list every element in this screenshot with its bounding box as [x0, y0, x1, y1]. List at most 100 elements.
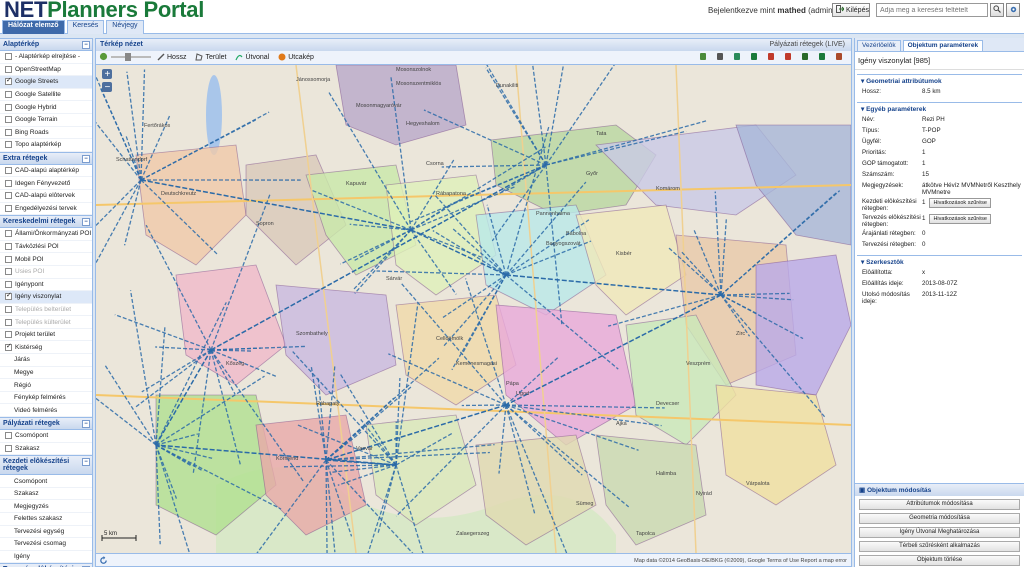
- layer-item[interactable]: CAD-alapú alaptérkép: [0, 165, 92, 178]
- settings-button[interactable]: [1006, 3, 1020, 17]
- layer-item[interactable]: Idegen Fényvezető: [0, 177, 92, 190]
- layer-item[interactable]: Megjegyzés: [0, 500, 92, 513]
- layer-item[interactable]: Google Hybrid: [0, 101, 92, 114]
- modification-button[interactable]: Igény Útvonal Meghatározása: [859, 527, 1020, 538]
- map-tool-icon[interactable]: [784, 52, 792, 63]
- layer-item[interactable]: Csomópont: [0, 475, 92, 488]
- sidebar-section-header[interactable]: Pályázati rétegek −: [0, 417, 92, 431]
- layer-checkbox[interactable]: [5, 243, 12, 251]
- sidebar-section-header[interactable]: Extra rétegek −: [0, 151, 92, 165]
- logout-button[interactable]: Kilépés: [832, 3, 870, 17]
- layer-item[interactable]: Igény: [0, 551, 92, 564]
- layer-item[interactable]: Igény viszonylat: [0, 291, 92, 304]
- property-group-header[interactable]: ▾ Egyéb paraméterek: [857, 103, 1022, 115]
- layer-checkbox[interactable]: [5, 331, 12, 339]
- layer-checkbox[interactable]: [5, 179, 12, 187]
- map-tool-icon[interactable]: [767, 52, 775, 63]
- measure-length-button[interactable]: Hossz: [154, 53, 189, 63]
- tab-objektum-parameterek[interactable]: Objektum paraméterek: [902, 40, 984, 51]
- map-canvas[interactable]: Mosonszolnok Jánossomorja Mosonmagyaróvár D…: [96, 65, 851, 553]
- sidebar-section-header[interactable]: Kezdeti elôkészítési rétegek −: [0, 455, 92, 476]
- map-tool-icon[interactable]: [699, 52, 707, 63]
- layer-item[interactable]: Igénypont: [0, 279, 92, 292]
- layer-checkbox[interactable]: [5, 103, 12, 111]
- layer-item[interactable]: Távközlési POI: [0, 241, 92, 254]
- layer-checkbox[interactable]: [5, 255, 12, 263]
- collapse-icon[interactable]: −: [82, 154, 90, 163]
- measure-area-button[interactable]: Terület: [192, 52, 229, 63]
- pan-icon[interactable]: [99, 52, 108, 63]
- layer-item[interactable]: - Alaptérkép elrejtése -: [0, 51, 92, 64]
- layer-item[interactable]: Tervezési egység: [0, 526, 92, 539]
- layer-checkbox[interactable]: [5, 280, 12, 288]
- search-input[interactable]: [876, 3, 988, 17]
- tab-kereses[interactable]: Keresés: [66, 20, 105, 34]
- layer-item[interactable]: Járás: [0, 354, 92, 367]
- layer-item[interactable]: Régió: [0, 379, 92, 392]
- layer-item[interactable]: Felettes szakasz: [0, 513, 92, 526]
- map-tool-icon[interactable]: [733, 52, 741, 63]
- collapse-icon[interactable]: ▣: [859, 487, 867, 494]
- route-button[interactable]: Útvonal: [232, 53, 272, 63]
- search-button[interactable]: [990, 3, 1004, 17]
- modification-button[interactable]: Geometria módosítása: [859, 513, 1020, 524]
- property-group-header[interactable]: ▾ Szerkesztôk: [857, 256, 1022, 268]
- collapse-icon[interactable]: −: [82, 420, 90, 429]
- streetview-button[interactable]: Utcakép: [275, 53, 317, 63]
- layer-item[interactable]: Kistérség: [0, 341, 92, 355]
- layer-checkbox[interactable]: [5, 204, 12, 212]
- sidebar-section-header[interactable]: Alaptérkép −: [0, 38, 92, 51]
- map-tool-icon[interactable]: [750, 52, 758, 63]
- layer-item[interactable]: Engedélyezési tervek: [0, 203, 92, 216]
- layer-checkbox[interactable]: [5, 305, 12, 313]
- layer-checkbox[interactable]: [5, 116, 12, 124]
- layer-checkbox[interactable]: [5, 128, 12, 136]
- layer-item[interactable]: Topo alaptérkép: [0, 139, 92, 152]
- layer-item[interactable]: Állami/Önkormányzati POI: [0, 228, 92, 241]
- sidebar-section-header[interactable]: Kereskedelmi rétegek −: [0, 215, 92, 229]
- layer-item[interactable]: Videó felmérés: [0, 404, 92, 418]
- layer-item[interactable]: Szakasz: [0, 488, 92, 501]
- layer-checkbox[interactable]: [5, 268, 12, 276]
- layer-item[interactable]: Projekt terület: [0, 329, 92, 342]
- layer-item[interactable]: Szakasz: [0, 443, 92, 456]
- layer-item[interactable]: Település külterület: [0, 316, 92, 329]
- collapse-icon[interactable]: −: [82, 41, 90, 49]
- layer-checkbox[interactable]: [5, 318, 12, 326]
- collapse-icon[interactable]: −: [82, 218, 90, 227]
- layer-item[interactable]: Település belterület: [0, 304, 92, 317]
- zoom-slider[interactable]: [111, 52, 151, 63]
- map-tool-icon[interactable]: [716, 52, 724, 63]
- map-tool-icon[interactable]: [818, 52, 826, 63]
- modification-button[interactable]: Attribútumok módosítása: [859, 499, 1020, 510]
- tab-nevjegy[interactable]: Névjegy: [106, 20, 144, 34]
- layer-checkbox[interactable]: [5, 432, 12, 440]
- layer-checkbox[interactable]: [5, 444, 12, 452]
- layer-item[interactable]: Fénykép felmérés: [0, 392, 92, 405]
- sidebar-section-header[interactable]: Tervezés elôkészítési rétegek−: [0, 563, 92, 567]
- modification-button[interactable]: Objektum törlése: [859, 555, 1020, 566]
- layer-item[interactable]: Megye: [0, 367, 92, 380]
- layer-checkbox[interactable]: [5, 291, 12, 301]
- collapse-icon[interactable]: −: [82, 458, 90, 467]
- filter-references-button[interactable]: Hivatkozások szűrése: [929, 198, 991, 208]
- property-group-header[interactable]: ▾ Geometriai attribútumok: [857, 75, 1022, 87]
- layer-checkbox[interactable]: [5, 91, 12, 99]
- refresh-icon[interactable]: [99, 556, 108, 567]
- map-tool-icon[interactable]: [835, 52, 843, 63]
- layer-item[interactable]: Mobil POI: [0, 253, 92, 266]
- layer-checkbox[interactable]: [5, 167, 12, 175]
- layer-checkbox[interactable]: [5, 76, 12, 86]
- layer-checkbox[interactable]: [5, 53, 12, 61]
- tab-vezerlok[interactable]: Vezérlôelôk: [857, 40, 901, 51]
- filter-references-button[interactable]: Hivatkozások szűrése: [929, 214, 991, 224]
- layer-checkbox[interactable]: [5, 192, 12, 200]
- layer-item[interactable]: Tervezési csomag: [0, 538, 92, 551]
- layer-item[interactable]: Csomópont: [0, 430, 92, 443]
- layer-item[interactable]: Usies POI: [0, 266, 92, 279]
- map-tool-icon[interactable]: [801, 52, 809, 63]
- layer-checkbox[interactable]: [5, 65, 12, 73]
- layer-item[interactable]: Google Satellite: [0, 89, 92, 102]
- layer-item[interactable]: Bing Roads: [0, 127, 92, 140]
- layer-checkbox[interactable]: [5, 230, 12, 238]
